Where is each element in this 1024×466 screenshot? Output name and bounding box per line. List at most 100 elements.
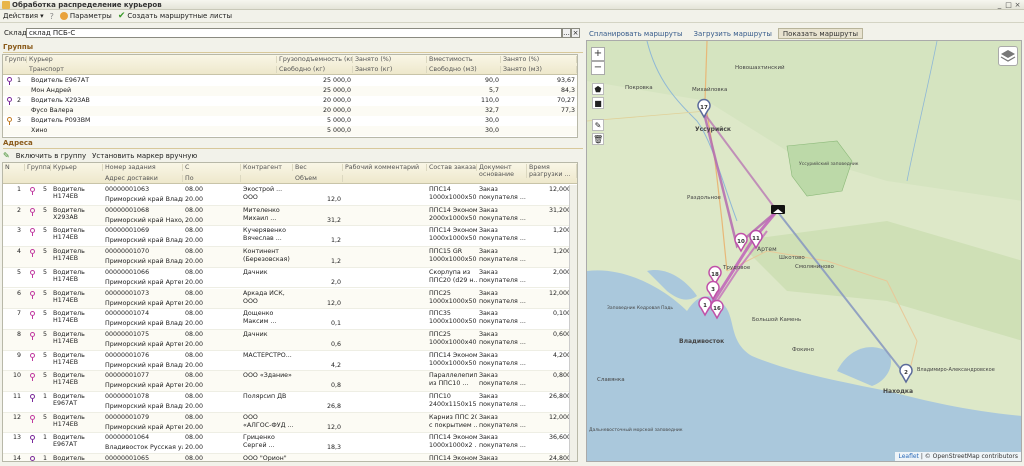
- col-busy-pct[interactable]: Занято (%): [353, 56, 427, 63]
- col-volume-addr[interactable]: Объем: [293, 175, 343, 182]
- order-composition: ППС10: [429, 393, 451, 400]
- address-row[interactable]: 2 5 Водитель Х293АВ 00000001068 Приморский к…: [3, 205, 569, 227]
- col-busy-m3[interactable]: Занято (м3): [501, 66, 577, 73]
- zoom-in-button[interactable]: +: [591, 47, 605, 61]
- col-from[interactable]: С: [183, 164, 241, 171]
- window-titlebar: Обработка распределение курьеров _ □ ×: [0, 0, 1024, 10]
- col-capacity[interactable]: Грузоподъемность (кг): [277, 56, 353, 63]
- col-transport[interactable]: Транспорт: [27, 66, 277, 73]
- layers-icon[interactable]: [998, 46, 1018, 66]
- col-doc[interactable]: Документ основание: [477, 164, 527, 178]
- col-task-number[interactable]: Номер задания: [103, 164, 183, 171]
- time-from: 08.00: [185, 393, 204, 400]
- actions-menu[interactable]: Действия ▾: [3, 12, 44, 20]
- group-row[interactable]: Мон Андрей 25 000,0 5,7 84,3: [3, 86, 577, 96]
- address-row[interactable]: 9 5 Водитель Н174ЕВ 00000001076 Приморский к…: [3, 351, 569, 372]
- address-row[interactable]: 12 5 Водитель Н174ЕВ 00000001079 Приморский …: [3, 412, 569, 434]
- col-courier[interactable]: Курьер: [27, 56, 277, 63]
- col-address[interactable]: Адрес доставки: [103, 175, 183, 182]
- map-pin-icon: [30, 311, 35, 320]
- address-row[interactable]: 4 5 Водитель Н174ЕВ 00000001070 Приморский к…: [3, 247, 569, 268]
- tab-load-routes[interactable]: Загрузить маршруты: [689, 28, 777, 39]
- map-pin-icon: [30, 269, 35, 278]
- osm-attribution[interactable]: © OpenStreetMap contributors: [925, 453, 1018, 460]
- group-row[interactable]: Фусо Валера 20 000,0 32,7 77,3: [3, 106, 577, 116]
- close-icon[interactable]: ×: [1013, 1, 1022, 9]
- group-courier: Мон Андрей: [31, 87, 72, 94]
- address-row[interactable]: 6 5 Водитель Н174ЕВ 00000001073 Приморский к…: [3, 288, 569, 310]
- place-pokrovka: Покровка: [625, 85, 653, 91]
- col-free-m3[interactable]: Свободно (м3): [427, 66, 501, 73]
- address-row[interactable]: 1 5 Водитель Н174ЕВ 00000001063 Приморский к…: [3, 185, 569, 206]
- col-counterparty[interactable]: Контрагент: [241, 164, 293, 171]
- col-weight[interactable]: Вес: [293, 164, 343, 171]
- address-row[interactable]: 13 1 Водитель Е967АТ 00000001064 Владивосток…: [3, 433, 569, 455]
- time-to: 20.00: [185, 278, 204, 286]
- group-row[interactable]: Хино 5 000,0 30,0: [3, 126, 577, 136]
- col-n[interactable]: N: [3, 164, 25, 171]
- col-addr-courier[interactable]: Курьер: [51, 164, 103, 171]
- col-order[interactable]: Состав заказа: [427, 164, 477, 171]
- address-volume: 31,2: [326, 216, 341, 224]
- create-route-sheets-button[interactable]: ✔ Создать маршрутные листы: [118, 12, 232, 21]
- col-comment[interactable]: Рабочий комментарий: [343, 164, 427, 171]
- help-icon[interactable]: ?: [50, 12, 54, 21]
- address-row[interactable]: 11 1 Водитель Е967АТ 00000001078 Приморский …: [3, 392, 569, 413]
- place-artem: Артем: [757, 246, 777, 253]
- tab-plan-routes[interactable]: Спланировать маршруты: [584, 28, 688, 39]
- group-volume-pct: 84,3: [560, 87, 575, 94]
- col-addr-group[interactable]: Группа: [25, 164, 51, 171]
- tab-show-routes[interactable]: Показать маршруты: [777, 28, 864, 39]
- address-row[interactable]: 14 1 Водитель Е967АТ 00000001065 08.00 ООО "О…: [3, 454, 569, 461]
- address-row[interactable]: 5 5 Водитель Н174ЕВ 00000001066 Приморский к…: [3, 268, 569, 289]
- col-to[interactable]: По: [183, 175, 241, 182]
- delivery-address: Приморский край Владив...: [105, 196, 183, 203]
- draw-rectangle-icon[interactable]: ■: [592, 97, 604, 109]
- delivery-address: Приморский край Артем ...: [105, 278, 183, 286]
- map-canvas[interactable]: Михайловка Новошахтинский Покровка Уссур…: [587, 41, 1022, 462]
- counterparty-detail: Вячеслав ...: [243, 235, 282, 243]
- map-view[interactable]: Михайловка Новошахтинский Покровка Уссур…: [586, 40, 1022, 462]
- address-number: 8: [16, 330, 21, 338]
- address-group: 5: [43, 351, 48, 359]
- group-volume: 32,7: [484, 107, 499, 114]
- address-row[interactable]: 8 5 Водитель Н174ЕВ 00000001075 Приморский к…: [3, 329, 569, 351]
- address-row[interactable]: 3 5 Водитель Н174ЕВ 00000001069 Приморский к…: [3, 226, 569, 248]
- set-marker-manually-button[interactable]: Установить маркер вручную: [92, 152, 197, 160]
- unload-time: 12,000: [548, 289, 569, 297]
- address-row[interactable]: 10 5 Водитель Н174ЕВ 00000001077 Приморский …: [3, 371, 569, 392]
- zoom-out-button[interactable]: −: [591, 61, 605, 75]
- warehouse-marker[interactable]: [771, 205, 785, 214]
- warehouse-select-button[interactable]: ...: [562, 28, 571, 38]
- maximize-icon[interactable]: □: [1004, 1, 1013, 9]
- col-busy-volume-pct[interactable]: Занято (%): [501, 56, 577, 63]
- params-button[interactable]: Параметры: [59, 12, 112, 20]
- address-number: 9: [16, 351, 21, 359]
- task-number: 00000001078: [105, 393, 150, 400]
- addresses-scrollbar[interactable]: [569, 185, 577, 461]
- include-in-group-button[interactable]: Включить в группу: [16, 152, 86, 160]
- group-row[interactable]: 1 Водитель Е967АТ 25 000,0 90,0 93,67: [3, 76, 577, 86]
- order-composition: ППС14: [429, 186, 451, 193]
- col-unload-time[interactable]: Время разгрузки ...: [527, 164, 577, 178]
- leaflet-link[interactable]: Leaflet: [898, 453, 918, 460]
- address-courier: Водитель Н174ЕВ: [53, 330, 85, 345]
- draw-polygon-icon[interactable]: ⬟: [592, 83, 604, 95]
- pencil-icon[interactable]: ✎: [3, 151, 10, 160]
- address-row[interactable]: 7 5 Водитель Н174ЕВ 00000001074 Приморский к…: [3, 309, 569, 330]
- col-busy-kg[interactable]: Занято (кг): [353, 66, 427, 73]
- address-group: 1: [43, 455, 48, 461]
- group-row[interactable]: 2 Водитель Х293АВ 20 000,0 110,0 70,27: [3, 96, 577, 106]
- group-row[interactable]: 3 Водитель Р093ВМ 5 000,0 30,0: [3, 116, 577, 126]
- minimize-icon[interactable]: _: [995, 1, 1004, 9]
- edit-layers-icon[interactable]: ✎: [592, 119, 604, 131]
- warehouse-input[interactable]: склад ПСБ-С: [26, 28, 562, 38]
- col-volume[interactable]: Вместимость: [427, 56, 501, 63]
- unload-time: 31,200: [548, 206, 569, 214]
- col-free-kg[interactable]: Свободно (кг): [277, 66, 353, 73]
- task-number: 00000001075: [105, 330, 150, 338]
- group-capacity: 20 000,0: [322, 97, 351, 104]
- warehouse-clear-button[interactable]: ×: [571, 28, 580, 38]
- delete-layers-icon[interactable]: 🗑: [592, 133, 604, 145]
- col-group[interactable]: Группа: [3, 56, 27, 63]
